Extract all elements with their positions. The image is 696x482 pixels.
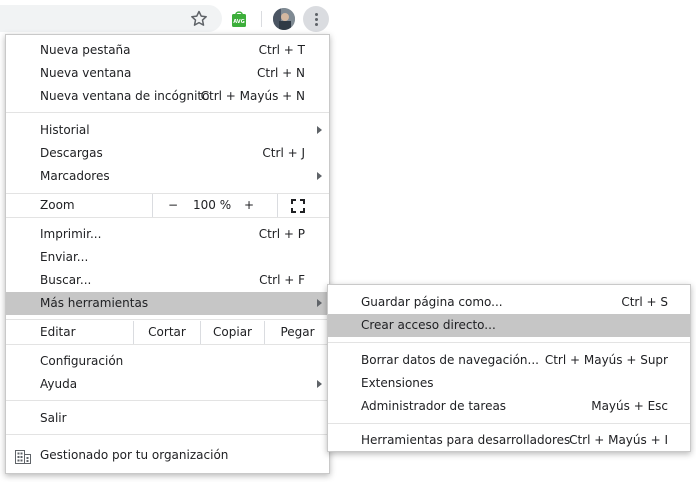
chevron-right-icon: [317, 299, 322, 307]
submenu-item-save-page[interactable]: Guardar página como... Ctrl + S: [328, 291, 690, 314]
menu-item-shortcut: Ctrl + N: [256, 66, 305, 80]
menu-separator: [6, 319, 329, 320]
menu-item-label: Imprimir...: [40, 227, 102, 241]
menu-item-label: Historial: [40, 123, 90, 137]
menu-item-label: Configuración: [40, 354, 124, 368]
star-icon[interactable]: [189, 9, 209, 29]
menu-separator: [6, 112, 329, 113]
menu-item-label: Guardar página como...: [361, 295, 503, 309]
menu-item-shortcut: Ctrl + P: [258, 227, 305, 241]
copy-label: Copiar: [213, 325, 252, 339]
menu-item-label: Ayuda: [40, 377, 78, 391]
submenu-item-create-shortcut[interactable]: Crear acceso directo...: [328, 314, 690, 337]
menu-separator: [328, 342, 690, 343]
cut-label: Cortar: [148, 325, 186, 339]
menu-item-label: Gestionado por tu organización: [40, 448, 229, 462]
building-icon: [15, 450, 31, 464]
more-tools-submenu: Guardar página como... Ctrl + S Crear ac…: [327, 284, 691, 452]
menu-item-label: Nueva pestaña: [40, 43, 131, 57]
more-menu-icon[interactable]: [303, 6, 329, 32]
menu-separator: [6, 400, 329, 401]
menu-separator: [328, 423, 690, 424]
menu-item-shortcut: Ctrl + Mayús + Supr: [544, 353, 668, 367]
edit-row: Editar Cortar Copiar Pegar: [6, 321, 329, 344]
menu-item-more-tools[interactable]: Más herramientas: [6, 292, 329, 315]
avg-extension-icon[interactable]: AVG: [231, 10, 247, 28]
menu-item-shortcut: Ctrl + J: [262, 146, 305, 160]
menu-item-find[interactable]: Buscar... Ctrl + F: [6, 269, 329, 292]
menu-item-label: Más herramientas: [40, 296, 149, 310]
menu-item-label: Nueva ventana: [40, 66, 132, 80]
copy-button[interactable]: Copiar: [200, 321, 264, 344]
menu-item-new-window[interactable]: Nueva ventana Ctrl + N: [6, 62, 329, 85]
menu-item-label: Descargas: [40, 146, 103, 160]
menu-separator: [6, 217, 329, 218]
paste-button[interactable]: Pegar: [264, 321, 330, 344]
avg-label: AVG: [233, 19, 245, 25]
menu-item-shortcut: Mayús + Esc: [591, 399, 668, 413]
menu-item-label: Herramientas para desarrolladores: [361, 433, 571, 447]
chevron-right-icon: [317, 380, 322, 388]
menu-item-label: Borrar datos de navegación...: [361, 353, 539, 367]
browser-toolbar: AVG: [0, 0, 340, 34]
zoom-controls: − 100 % +: [152, 194, 331, 217]
menu-item-downloads[interactable]: Descargas Ctrl + J: [6, 142, 329, 165]
menu-item-settings[interactable]: Configuración: [6, 350, 329, 373]
menu-item-print[interactable]: Imprimir... Ctrl + P: [6, 223, 329, 246]
menu-item-help[interactable]: Ayuda: [6, 373, 329, 396]
menu-item-label: Administrador de tareas: [361, 399, 507, 413]
zoom-separator: [277, 194, 278, 217]
menu-item-shortcut: Ctrl + Mayús + N: [200, 89, 305, 103]
menu-item-history[interactable]: Historial: [6, 119, 329, 142]
submenu-item-extensions[interactable]: Extensiones: [328, 372, 690, 395]
zoom-in-button[interactable]: +: [244, 198, 254, 212]
menu-item-label: Crear acceso directo...: [361, 318, 496, 332]
menu-item-label: Nueva ventana de incógnito: [40, 89, 210, 103]
submenu-item-task-manager[interactable]: Administrador de tareas Mayús + Esc: [328, 395, 690, 418]
menu-item-managed[interactable]: Gestionado por tu organización: [6, 444, 329, 467]
submenu-item-developer-tools[interactable]: Herramientas para desarrolladores Ctrl +…: [328, 429, 690, 452]
paste-label: Pegar: [280, 325, 315, 339]
chevron-right-icon: [317, 172, 322, 180]
cut-button[interactable]: Cortar: [133, 321, 200, 344]
menu-item-incognito-window[interactable]: Nueva ventana de incógnito Ctrl + Mayús …: [6, 85, 329, 108]
menu-item-label: Marcadores: [40, 169, 110, 183]
menu-item-shortcut: Ctrl + T: [258, 43, 305, 57]
submenu-item-clear-data[interactable]: Borrar datos de navegación... Ctrl + May…: [328, 349, 690, 372]
menu-item-new-tab[interactable]: Nueva pestaña Ctrl + T: [6, 39, 329, 62]
menu-item-cast[interactable]: Enviar...: [6, 246, 329, 269]
chevron-right-icon: [317, 126, 322, 134]
menu-item-label: Salir: [40, 411, 67, 425]
menu-item-bookmarks[interactable]: Marcadores: [6, 165, 329, 188]
zoom-row: Zoom − 100 % +: [6, 194, 329, 217]
menu-item-exit[interactable]: Salir: [6, 407, 329, 430]
menu-item-label: Buscar...: [40, 273, 92, 287]
chrome-main-menu: Nueva pestaña Ctrl + T Nueva ventana Ctr…: [5, 34, 330, 474]
zoom-label: Zoom: [40, 198, 75, 212]
menu-item-shortcut: Ctrl + F: [259, 273, 305, 287]
zoom-level: 100 %: [193, 198, 232, 212]
profile-avatar[interactable]: [273, 8, 295, 30]
menu-separator: [6, 434, 329, 435]
menu-separator: [6, 344, 329, 345]
menu-item-label: Enviar...: [40, 250, 89, 264]
edit-label: Editar: [40, 325, 76, 339]
menu-item-label: Extensiones: [361, 376, 434, 390]
fullscreen-icon[interactable]: [291, 199, 305, 213]
zoom-out-button[interactable]: −: [168, 198, 178, 212]
toolbar-separator: [261, 11, 262, 27]
menu-item-shortcut: Ctrl + Mayús + I: [569, 433, 668, 447]
menu-item-shortcut: Ctrl + S: [621, 295, 668, 309]
